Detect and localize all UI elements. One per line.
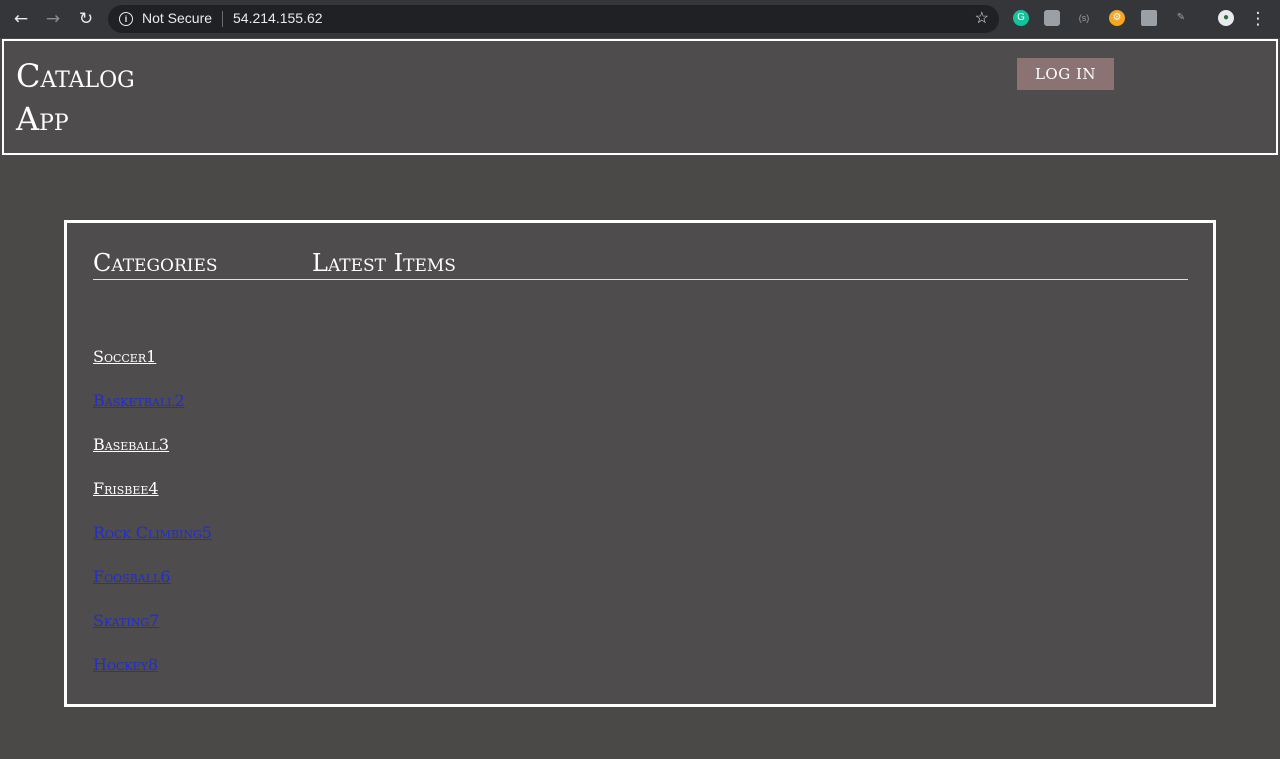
- omnibox-divider: [222, 11, 223, 27]
- main-panel: Categories Latest Items Soccer1 Basketba…: [64, 220, 1216, 707]
- list-item: Frisbee4: [93, 479, 212, 523]
- category-link-hockey[interactable]: Hockey8: [93, 655, 158, 674]
- category-link-baseball[interactable]: Baseball3: [93, 435, 169, 454]
- list-item: Rock Climbing5: [93, 523, 212, 567]
- address-bar[interactable]: i Not Secure 54.214.155.62 ☆: [108, 5, 999, 33]
- page-title: Catalog App: [16, 57, 135, 138]
- selector-extension-icon[interactable]: (s): [1076, 10, 1092, 26]
- server-extension-icon[interactable]: [1141, 10, 1157, 26]
- profile-avatar-icon[interactable]: ●: [1218, 10, 1234, 26]
- list-item: Foosball6: [93, 567, 212, 611]
- back-arrow-icon[interactable]: ←: [11, 9, 31, 29]
- security-label: Not Secure: [142, 10, 213, 26]
- menu-kebab-icon[interactable]: ⋮: [1248, 9, 1268, 29]
- category-link-soccer[interactable]: Soccer1: [93, 347, 156, 366]
- list-item: Basketball2: [93, 391, 212, 435]
- forward-arrow-icon[interactable]: →: [43, 9, 63, 29]
- category-link-foosball[interactable]: Foosball6: [93, 567, 171, 586]
- category-link-frisbee[interactable]: Frisbee4: [93, 479, 159, 498]
- gear-extension-icon[interactable]: ⚙: [1109, 10, 1125, 26]
- category-list: Soccer1 Basketball2 Baseball3 Frisbee4 R…: [93, 347, 212, 699]
- category-link-skating[interactable]: Skating7: [93, 611, 159, 630]
- login-button[interactable]: LOG IN: [1017, 58, 1114, 90]
- grammarly-extension-icon[interactable]: G: [1013, 10, 1029, 26]
- url-text[interactable]: 54.214.155.62: [233, 10, 323, 26]
- list-item: Hockey8: [93, 655, 212, 699]
- printer-extension-icon[interactable]: [1044, 10, 1060, 26]
- info-icon[interactable]: i: [119, 12, 133, 26]
- list-item: Skating7: [93, 611, 212, 655]
- category-link-basketball[interactable]: Basketball2: [93, 391, 185, 410]
- list-item: Soccer1: [93, 347, 212, 391]
- latest-items-heading: Latest Items: [312, 249, 1188, 280]
- site-header: Catalog App LOG IN: [2, 39, 1278, 155]
- bookmark-star-icon[interactable]: ☆: [975, 8, 989, 28]
- list-item: Baseball3: [93, 435, 212, 479]
- pen-extension-icon[interactable]: ✎: [1173, 10, 1189, 26]
- reload-icon[interactable]: ↻: [76, 9, 96, 29]
- category-link-rock-climbing[interactable]: Rock Climbing5: [93, 523, 212, 542]
- browser-toolbar: ← → ↻ i Not Secure 54.214.155.62 ☆ G (s)…: [0, 0, 1280, 38]
- categories-heading: Categories: [93, 249, 312, 280]
